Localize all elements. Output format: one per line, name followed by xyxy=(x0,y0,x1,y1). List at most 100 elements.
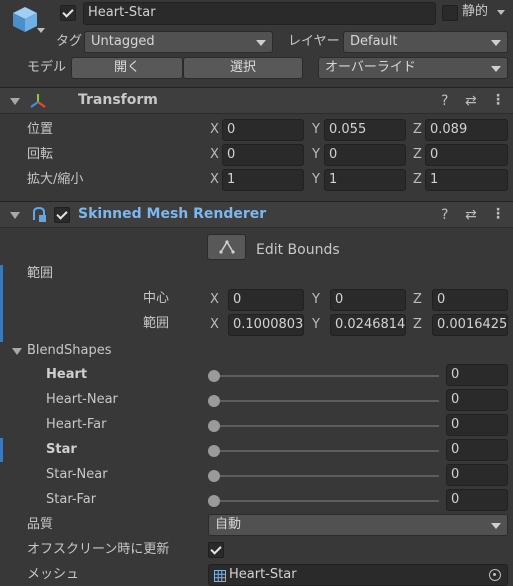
x-axis-label[interactable]: X xyxy=(210,291,219,309)
blendshapes-label[interactable]: BlendShapes xyxy=(27,342,112,360)
blendshape-slider-knob[interactable] xyxy=(208,495,220,507)
scale-x-field[interactable]: 1 xyxy=(222,169,304,191)
blendshape-name: Star-Near xyxy=(46,467,108,482)
gameobject-icon[interactable] xyxy=(10,4,40,34)
transform-title: Transform xyxy=(78,92,158,108)
bounds-icon xyxy=(218,240,235,254)
menu-icon[interactable]: ⋮ xyxy=(491,206,505,222)
z-axis-label[interactable]: Z xyxy=(413,291,422,309)
rotation-label: 回転 xyxy=(27,147,54,162)
modified-indicator xyxy=(0,438,3,462)
preset-icon[interactable]: ⇄ xyxy=(465,207,477,223)
offscreen-checkbox[interactable] xyxy=(208,542,224,558)
blendshape-slider-track[interactable] xyxy=(213,375,439,377)
x-axis-label[interactable]: X xyxy=(210,146,219,164)
blendshape-value-field[interactable]: 0 xyxy=(446,439,508,461)
y-axis-label[interactable]: Y xyxy=(312,291,320,309)
blendshape-slider-track[interactable] xyxy=(213,450,439,452)
center-x-field[interactable]: 0 xyxy=(228,289,304,311)
override-dropdown[interactable]: オーバーライド xyxy=(318,57,508,79)
help-icon[interactable]: ? xyxy=(441,207,448,223)
renderer-enabled-checkbox[interactable] xyxy=(54,207,70,223)
blendshape-slider-knob[interactable] xyxy=(208,370,220,382)
z-axis-label[interactable]: Z xyxy=(413,316,422,334)
blendshape-slider-track[interactable] xyxy=(213,400,439,402)
x-axis-label[interactable]: X xyxy=(210,121,219,139)
menu-icon[interactable]: ⋮ xyxy=(491,92,505,108)
z-axis-label[interactable]: Z xyxy=(413,146,422,164)
blendshapes-foldout-icon[interactable] xyxy=(12,348,22,355)
rotation-y-field[interactable]: 0 xyxy=(324,144,406,166)
center-z-field[interactable]: 0 xyxy=(432,289,508,311)
position-label: 位置 xyxy=(27,122,54,137)
position-z-field[interactable]: 0.089 xyxy=(425,119,508,141)
static-dropdown-arrow[interactable] xyxy=(497,10,505,15)
preset-icon[interactable]: ⇄ xyxy=(465,93,477,109)
override-value: オーバーライド xyxy=(325,60,416,75)
static-label[interactable]: 静的 xyxy=(462,3,488,21)
y-axis-label[interactable]: Y xyxy=(312,316,320,334)
y-axis-label[interactable]: Y xyxy=(312,171,320,189)
tag-value: Untagged xyxy=(91,34,155,49)
edit-bounds-label: Edit Bounds xyxy=(256,242,340,258)
extent-z-field[interactable]: 0.0016425 xyxy=(432,314,508,336)
modified-indicator xyxy=(0,265,3,342)
center-label: 中心 xyxy=(143,291,170,306)
blendshape-value-field[interactable]: 0 xyxy=(446,364,508,386)
scale-z-field[interactable]: 1 xyxy=(425,169,508,191)
static-checkbox[interactable] xyxy=(442,5,458,21)
y-axis-label[interactable]: Y xyxy=(312,121,320,139)
center-y-field[interactable]: 0 xyxy=(330,289,406,311)
blendshape-slider-knob[interactable] xyxy=(208,420,220,432)
extent-x-field[interactable]: 0.1000803 xyxy=(228,314,304,336)
blendshape-slider-knob[interactable] xyxy=(208,470,220,482)
foldout-arrow-icon[interactable] xyxy=(10,98,20,105)
layer-label: レイヤー xyxy=(288,34,340,49)
scale-y-field[interactable]: 1 xyxy=(324,169,406,191)
quality-value: 自動 xyxy=(215,517,242,532)
chevron-down-icon xyxy=(256,40,266,46)
renderer-header[interactable]: Skinned Mesh Renderer ? ⇄ ⋮ xyxy=(0,201,513,228)
blendshape-name: Star xyxy=(46,442,77,457)
renderer-title: Skinned Mesh Renderer xyxy=(78,206,267,222)
icon-dropdown-arrow[interactable] xyxy=(37,28,45,33)
foldout-arrow-icon[interactable] xyxy=(10,212,20,219)
layer-dropdown[interactable]: Default xyxy=(343,31,508,53)
rotation-z-field[interactable]: 0 xyxy=(425,144,508,166)
tag-dropdown[interactable]: Untagged xyxy=(84,31,273,53)
blendshape-value-field[interactable]: 0 xyxy=(446,464,508,486)
y-axis-label[interactable]: Y xyxy=(312,146,320,164)
blendshape-value-field[interactable]: 0 xyxy=(446,489,508,511)
z-axis-label[interactable]: Z xyxy=(413,121,422,139)
active-checkbox[interactable] xyxy=(60,5,76,21)
quality-dropdown[interactable]: 自動 xyxy=(208,514,508,536)
rotation-x-field[interactable]: 0 xyxy=(222,144,304,166)
select-button[interactable]: 選択 xyxy=(183,57,303,79)
blendshape-slider-knob[interactable] xyxy=(208,445,220,457)
blendshape-slider-track[interactable] xyxy=(213,475,439,477)
model-label: モデル xyxy=(27,60,67,75)
open-button[interactable]: 開く xyxy=(71,57,183,79)
scale-label: 拡大/縮小 xyxy=(27,172,84,187)
x-axis-label[interactable]: X xyxy=(210,316,219,334)
skinned-mesh-icon xyxy=(30,206,48,224)
blendshape-slider-knob[interactable] xyxy=(208,395,220,407)
object-picker-icon[interactable] xyxy=(489,569,501,581)
blendshape-value-field[interactable]: 0 xyxy=(446,414,508,436)
offscreen-label: オフスクリーン時に更新 xyxy=(27,542,170,557)
transform-header[interactable]: Transform ? ⇄ ⋮ xyxy=(0,87,513,114)
edit-bounds-button[interactable] xyxy=(207,234,246,260)
position-y-field[interactable]: 0.055 xyxy=(324,119,406,141)
blendshape-slider-track[interactable] xyxy=(213,425,439,427)
mesh-object-field[interactable]: Heart-Star xyxy=(208,564,508,586)
blendshape-value-field[interactable]: 0 xyxy=(446,389,508,411)
mesh-value: Heart-Star xyxy=(229,567,297,582)
blendshape-slider-track[interactable] xyxy=(213,500,439,502)
help-icon[interactable]: ? xyxy=(441,93,448,109)
x-axis-label[interactable]: X xyxy=(210,171,219,189)
z-axis-label[interactable]: Z xyxy=(413,171,422,189)
position-x-field[interactable]: 0 xyxy=(222,119,304,141)
blendshape-name: Heart xyxy=(46,367,88,382)
object-name-field[interactable]: Heart-Star xyxy=(83,2,436,25)
extent-y-field[interactable]: 0.0246814 xyxy=(330,314,406,336)
